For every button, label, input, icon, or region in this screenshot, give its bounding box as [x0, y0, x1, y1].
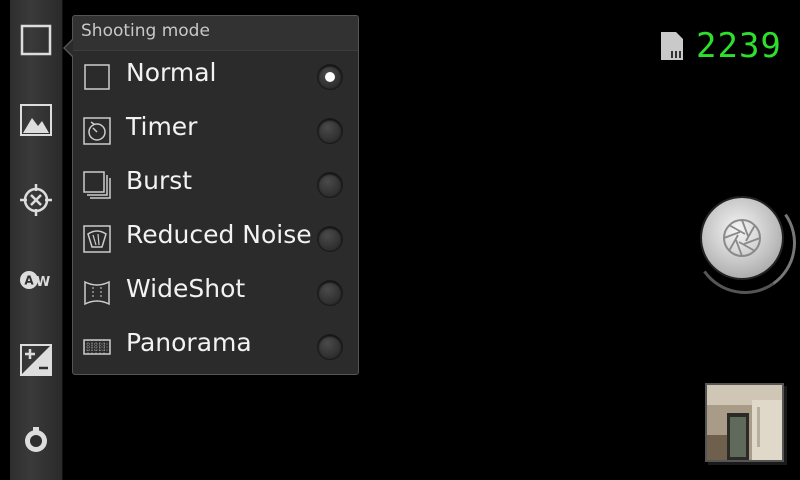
remaining-shots-indicator: 2239 [660, 26, 782, 66]
mode-radio[interactable] [317, 172, 343, 198]
shutter-aperture-icon [723, 219, 761, 257]
shooting-mode-button[interactable] [10, 10, 62, 70]
camera-settings-icon [25, 427, 47, 452]
mode-radio[interactable] [317, 334, 343, 360]
focus-mode-button[interactable] [10, 170, 62, 230]
panorama-icon [83, 339, 111, 355]
mode-radio-selected[interactable] [317, 64, 343, 90]
shooting-mode-popup: Shooting mode Normal Timer Burst Reduced… [63, 15, 359, 375]
scene-mode-button[interactable] [10, 90, 62, 150]
svg-text:W: W [36, 275, 50, 290]
mode-radio[interactable] [317, 226, 343, 252]
white-balance-button[interactable]: AW [10, 250, 62, 310]
reduced-noise-icon [83, 225, 111, 253]
mode-label: Panorama [126, 328, 252, 357]
mode-label: Normal [126, 58, 217, 87]
mode-label: Burst [126, 166, 193, 195]
exposure-button[interactable] [10, 330, 62, 390]
scene-landscape-icon [20, 104, 52, 136]
camera-settings-button[interactable] [10, 410, 62, 470]
focus-mode-icon [20, 184, 52, 216]
sd-card-icon [661, 32, 683, 60]
mode-label: Timer [126, 112, 198, 141]
mode-radio[interactable] [317, 280, 343, 306]
mode-label: Reduced Noise [126, 220, 312, 249]
popup-title: Shooting mode [81, 21, 210, 41]
mode-option-panorama[interactable]: Panorama [73, 319, 358, 373]
mode-radio[interactable] [317, 118, 343, 144]
mode-option-normal[interactable]: Normal [73, 49, 358, 103]
popup-pointer [63, 38, 74, 58]
burst-stack-icon [83, 171, 111, 199]
normal-square-icon [84, 64, 110, 90]
mode-option-wideshot[interactable]: WideShot [73, 265, 358, 319]
timer-icon [83, 117, 111, 145]
mode-option-burst[interactable]: Burst [73, 157, 358, 211]
mode-label: WideShot [126, 274, 246, 303]
exposure-compensation-icon [20, 344, 52, 376]
camera-settings-sidebar: AW [10, 0, 63, 480]
svg-text:A: A [24, 274, 34, 288]
last-photo-thumbnail[interactable] [705, 383, 784, 462]
auto-white-balance-icon: AW [20, 271, 50, 290]
thumbnail-image [707, 385, 782, 460]
mode-option-reduced-noise[interactable]: Reduced Noise [73, 211, 358, 265]
shooting-mode-icon [20, 24, 52, 56]
wideshot-icon [84, 280, 110, 306]
shutter-button[interactable] [702, 198, 782, 278]
remaining-shots-count: 2239 [696, 26, 782, 66]
mode-option-timer[interactable]: Timer [73, 103, 358, 157]
